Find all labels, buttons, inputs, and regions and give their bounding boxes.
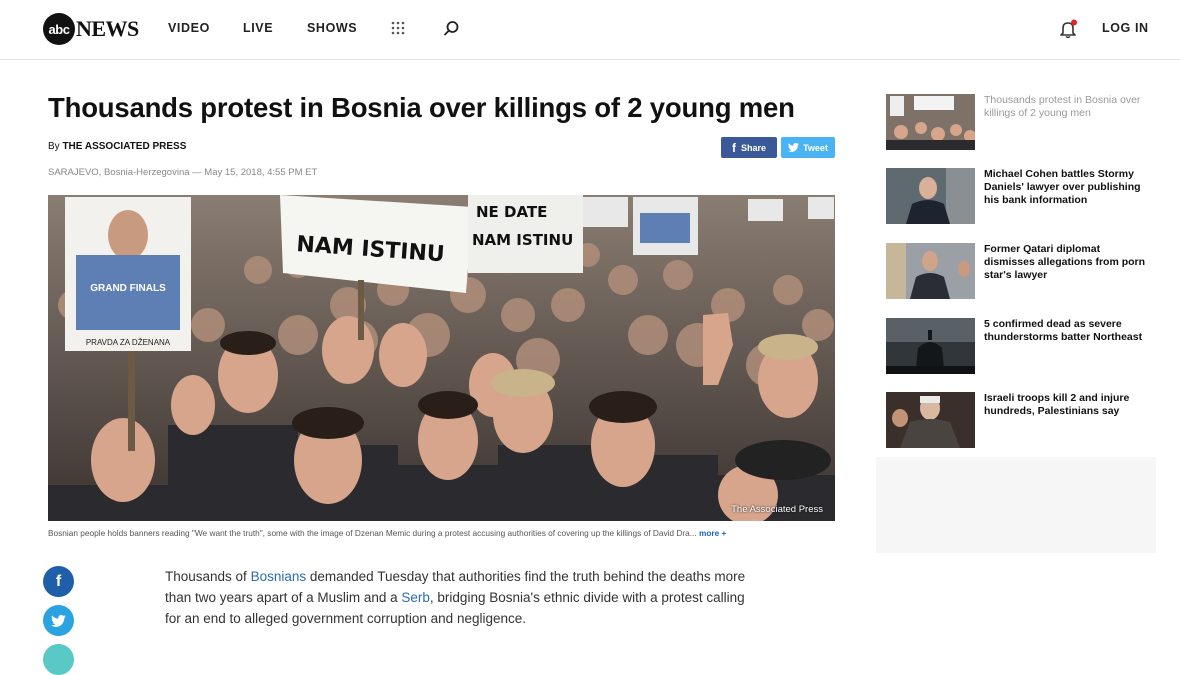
- twitter-tweet-label: Tweet: [803, 142, 828, 153]
- facebook-share-button[interactable]: f Share: [721, 137, 777, 158]
- sidebar-story-title: 5 confirmed dead as severe thunderstorms…: [984, 318, 1143, 343]
- twitter-bird-icon: [51, 614, 66, 627]
- sidebar-thumbnail: [886, 94, 975, 150]
- twitter-social-button[interactable]: [43, 605, 74, 636]
- body-text-1: Thousands of: [165, 569, 247, 584]
- facebook-icon: f: [55, 572, 62, 590]
- facebook-icon: f: [731, 140, 736, 155]
- nav-live[interactable]: LIVE: [243, 21, 273, 35]
- abc-logo-circle: abc: [43, 13, 75, 45]
- nav-shows[interactable]: SHOWS: [307, 21, 357, 35]
- twitter-tweet-button[interactable]: Tweet: [781, 137, 835, 158]
- banner-text-2: NE DATE: [476, 203, 547, 221]
- article-hero-image[interactable]: GRAND FINALS PRAVDA ZA DŽENANA NAM ISTIN…: [48, 195, 835, 521]
- sidebar-story-title: Former Qatari diplomat dismisses allegat…: [984, 243, 1146, 281]
- sidebar-thumbnail: [886, 392, 975, 448]
- top-navigation-bar: abc NEWS VIDEO LIVE SHOWS LOG IN: [0, 0, 1180, 60]
- article-dateline: SARAJEVO, Bosnia-Herzegovina — May 15, 2…: [48, 167, 318, 178]
- caption-text: Bosnian people holds banners reading "We…: [48, 528, 697, 538]
- sidebar-story-1[interactable]: Thousands protest in Bosnia over killing…: [886, 94, 1156, 150]
- sidebar-story-title: Israeli troops kill 2 and injure hundred…: [984, 392, 1130, 417]
- sidebar-story-3[interactable]: Former Qatari diplomat dismisses allegat…: [886, 243, 1156, 299]
- sidebar-story-2[interactable]: Michael Cohen battles Stormy Daniels' la…: [886, 168, 1156, 224]
- image-caption: Bosnian people holds banners reading "We…: [48, 528, 835, 538]
- placard-caption: PRAVDA ZA DŽENANA: [86, 338, 171, 347]
- protest-crowd-photo: GRAND FINALS PRAVDA ZA DŽENANA NAM ISTIN…: [48, 195, 835, 521]
- sidebar-story-4[interactable]: 5 confirmed dead as severe thunderstorms…: [886, 318, 1156, 374]
- notification-bell-icon[interactable]: [1060, 19, 1078, 39]
- nav-video[interactable]: VIDEO: [168, 21, 210, 35]
- advertisement-placeholder: [876, 457, 1156, 553]
- facebook-social-button[interactable]: f: [43, 566, 74, 597]
- article-body-paragraph: Thousands of Bosnians demanded Tuesday t…: [165, 566, 755, 629]
- abc-news-logo[interactable]: abc NEWS: [43, 13, 139, 45]
- byline-author: THE ASSOCIATED PRESS: [62, 141, 187, 152]
- sidebar-story-5[interactable]: Israeli troops kill 2 and injure hundred…: [886, 392, 1156, 448]
- more-share-button[interactable]: [43, 644, 74, 675]
- sidebar-story-title: Thousands protest in Bosnia over killing…: [984, 94, 1141, 119]
- image-credit: The Associated Press: [731, 504, 823, 515]
- sidebar-thumbnail: [886, 168, 975, 224]
- twitter-bird-icon: [788, 143, 800, 152]
- facebook-share-label: Share: [740, 142, 766, 153]
- banner-text-3: NAM ISTINU: [472, 231, 573, 249]
- body-link-bosnians[interactable]: Bosnians: [251, 569, 307, 584]
- article-headline: Thousands protest in Bosnia over killing…: [48, 92, 795, 123]
- grid-menu-icon[interactable]: [390, 20, 406, 36]
- sidebar-thumbnail: [886, 243, 975, 299]
- shirt-text: GRAND FINALS: [90, 283, 166, 294]
- caption-more-link[interactable]: more +: [699, 528, 726, 538]
- sidebar-thumbnail: [886, 318, 975, 374]
- byline-prefix: By: [48, 141, 60, 152]
- search-icon[interactable]: [443, 20, 460, 37]
- body-link-serb[interactable]: Serb: [401, 590, 430, 605]
- sidebar-story-title: Michael Cohen battles Stormy Daniels' la…: [984, 168, 1141, 206]
- news-logo-text: NEWS: [76, 16, 139, 41]
- article-byline: By THE ASSOCIATED PRESS: [48, 141, 186, 152]
- login-link[interactable]: LOG IN: [1102, 21, 1149, 35]
